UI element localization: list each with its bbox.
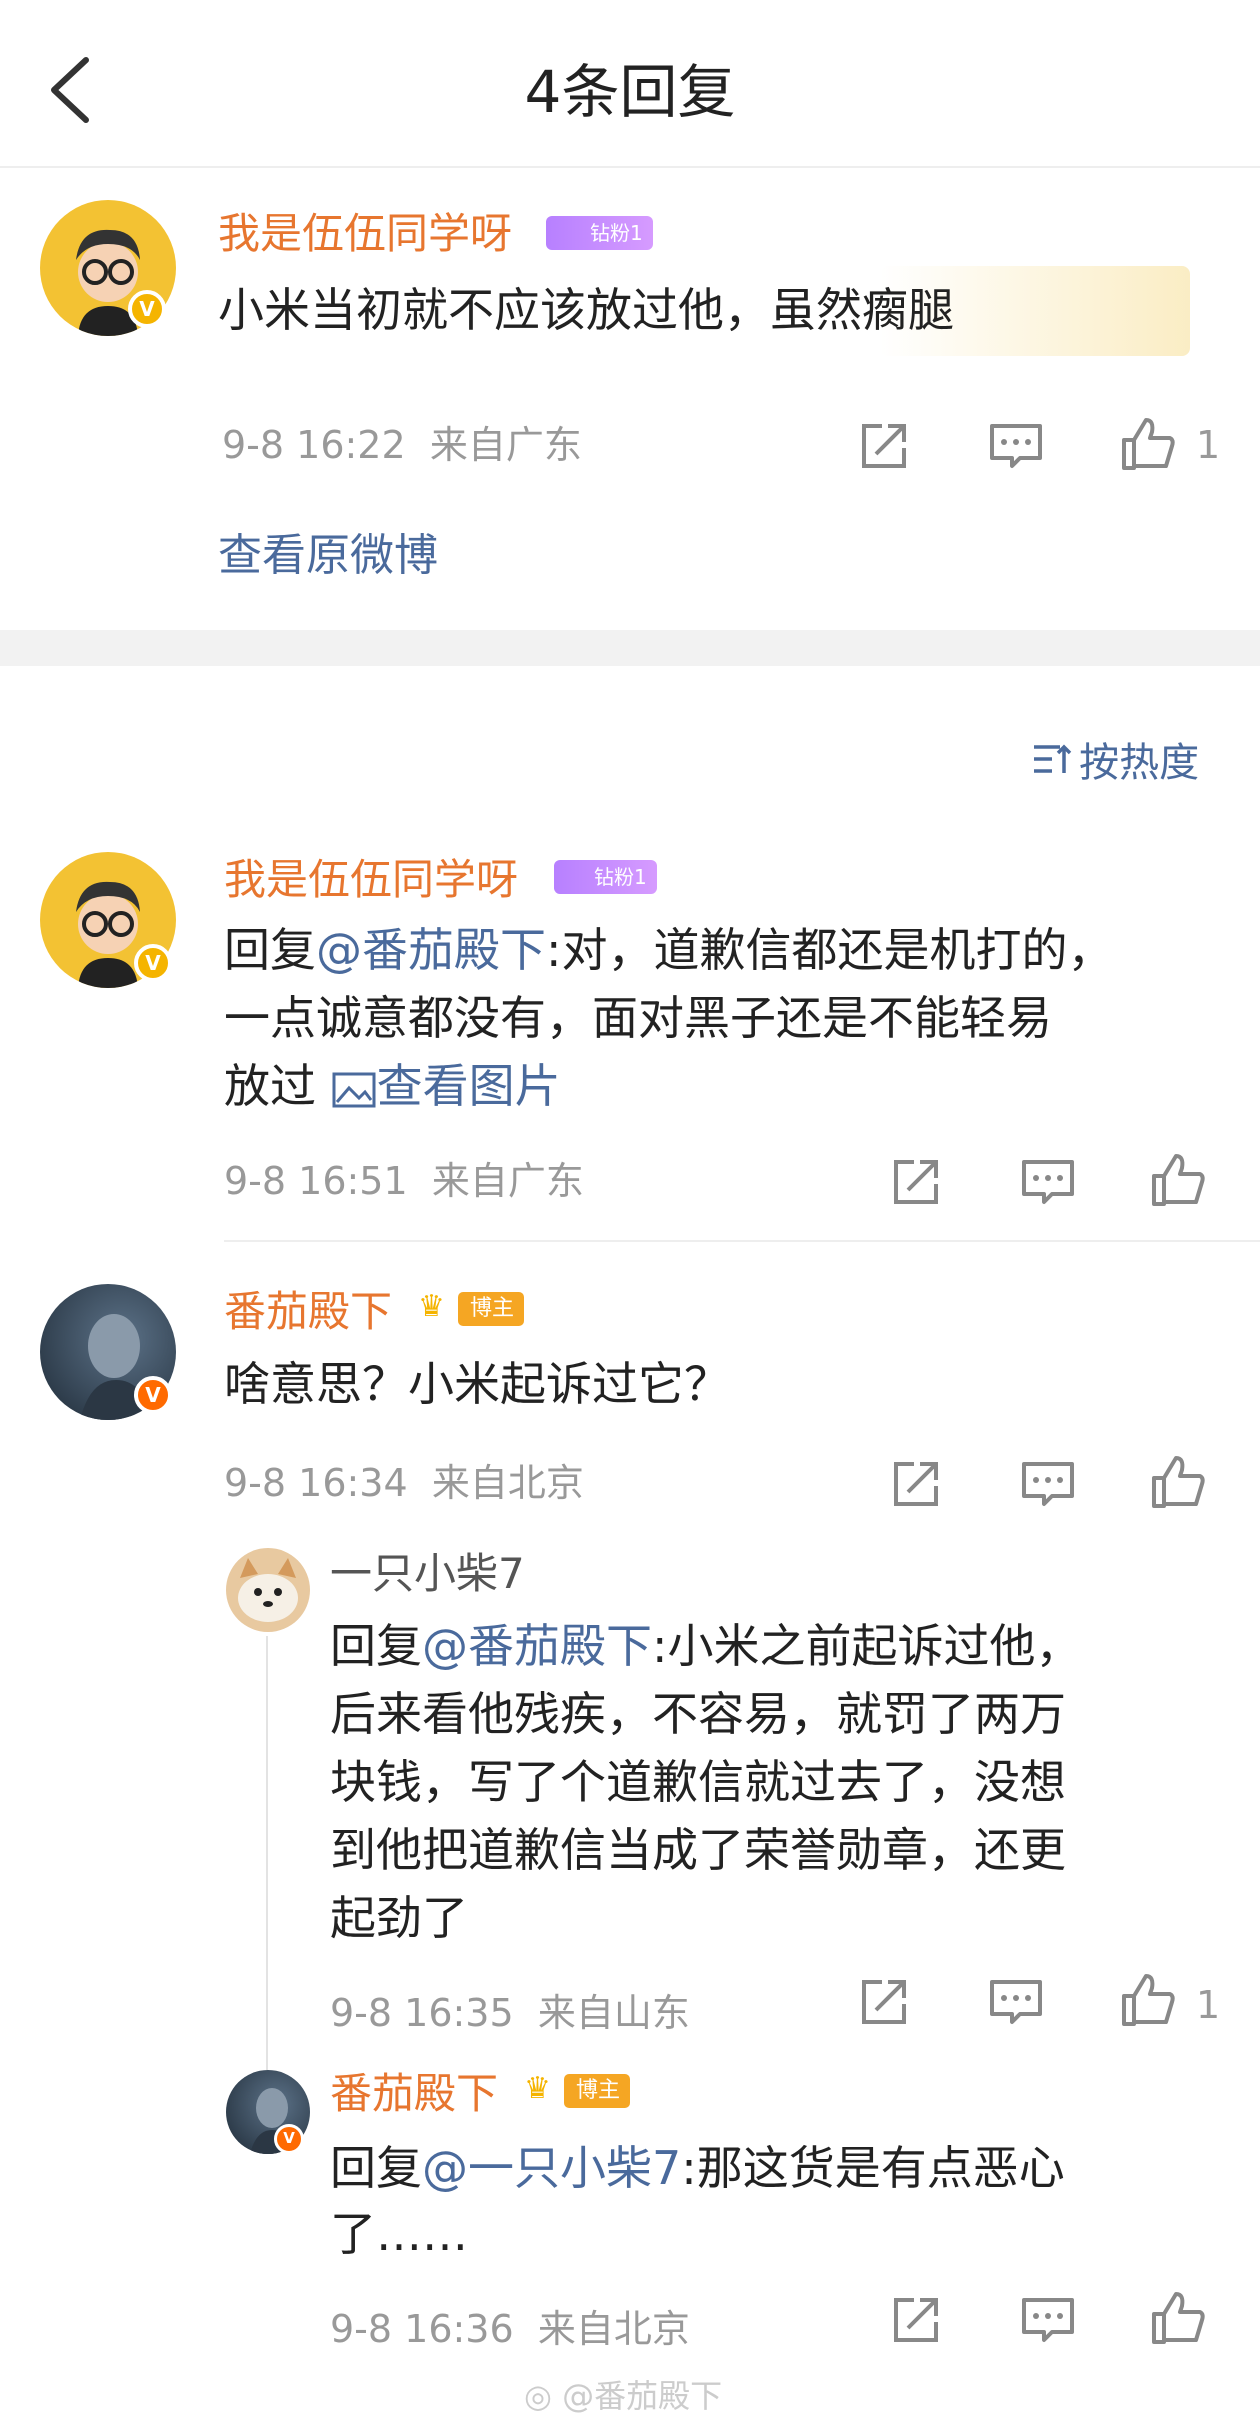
share-icon[interactable] [886, 1454, 946, 1514]
divider [224, 1240, 1260, 1242]
sort-button[interactable]: 按热度 [1030, 730, 1199, 786]
verified-badge-icon: V [134, 944, 172, 982]
reply-text: 块钱，写了个道歉信就过去了，没想 [330, 1755, 1066, 1809]
username[interactable]: 一只小柴7 [330, 1546, 525, 1602]
fan-badge: 钻粉1 [546, 216, 653, 250]
reply-text: 回复@番茄殿下:对，道歉信都还是机打的， [224, 923, 1114, 977]
username[interactable]: 我是伍伍同学呀 [218, 206, 512, 262]
image-icon [332, 1072, 376, 1107]
timestamp: 9-8 16:51 来自广东 [224, 1159, 584, 1203]
view-image-link[interactable]: 查看图片 [331, 1059, 561, 1113]
comment-icon[interactable] [986, 416, 1046, 476]
reply-text: 了…… [330, 2207, 468, 2261]
timestamp: 9-8 16:36 来自北京 [330, 2307, 690, 2351]
reply-text: 回复@一只小柴7:那这货是有点恶心 [330, 2141, 1065, 2195]
weibo-logo-icon: ◎ [524, 2377, 552, 2415]
author-badge: 博主 [564, 2074, 631, 2108]
share-icon[interactable] [854, 416, 914, 476]
comment-text: 小米当初就不应该放过他，虽然瘸腿 [218, 283, 954, 337]
mention-link[interactable]: @一只小柴7 [422, 2141, 681, 2195]
timestamp: 9-8 16:22 来自广东 [222, 423, 582, 467]
location: 来自广东 [429, 423, 582, 467]
crown-icon: ♛ [524, 2071, 551, 2106]
location: 来自广东 [431, 1159, 584, 1203]
username[interactable]: 番茄殿下 [330, 2066, 498, 2122]
username[interactable]: 番茄殿下 [224, 1284, 392, 1340]
reply-text: 啥意思？小米起诉过它？ [224, 1357, 730, 1411]
timestamp: 9-8 16:34 来自北京 [224, 1461, 584, 1505]
avatar[interactable] [226, 1548, 310, 1632]
author-badge-label: 博主 [576, 2078, 621, 2103]
comment-icon[interactable] [1018, 1454, 1078, 1514]
reply-text: 回复@番茄殿下:小米之前起诉过他， [330, 1619, 1082, 1673]
reply-text: 放过 查看图片 [224, 1059, 561, 1113]
sort-icon [1034, 744, 1072, 773]
like-icon[interactable] [1148, 1452, 1208, 1512]
like-count: 1 [1196, 1983, 1221, 2027]
share-icon[interactable] [854, 1972, 914, 2032]
reply-text: 到他把道歉信当成了荣誉勋章，还更 [330, 1823, 1066, 1877]
fan-badge-label: 钻粉1 [590, 221, 643, 245]
mention-link[interactable]: @番茄殿下 [422, 1619, 652, 1673]
fan-badge-label: 钻粉1 [594, 865, 647, 889]
share-icon[interactable] [886, 1152, 946, 1212]
section-separator [0, 630, 1260, 666]
like-icon[interactable] [1148, 2288, 1208, 2348]
thread-line [266, 1636, 268, 2070]
comment-icon[interactable] [986, 1972, 1046, 2032]
reply-text: 后来看他残疾，不容易，就罚了两万 [330, 1687, 1066, 1741]
fan-badge: 钻粉1 [554, 860, 657, 894]
location: 来自北京 [431, 1461, 584, 1505]
verified-badge-icon: V [128, 290, 166, 328]
like-icon[interactable] [1118, 414, 1178, 474]
sort-label: 按热度 [1079, 740, 1200, 786]
reply-text: 一点诚意都没有，面对黑子还是不能轻易 [224, 991, 1052, 1045]
timestamp: 9-8 16:35 来自山东 [330, 1991, 690, 2035]
mention-link[interactable]: @番茄殿下 [316, 923, 546, 977]
share-icon[interactable] [886, 2290, 946, 2350]
verified-badge-icon: V [134, 1376, 172, 1414]
like-icon[interactable] [1148, 1150, 1208, 1210]
comment-icon[interactable] [1018, 1152, 1078, 1212]
author-badge-label: 博主 [470, 1296, 515, 1321]
crown-icon: ♛ [418, 1289, 445, 1324]
username[interactable]: 我是伍伍同学呀 [224, 852, 518, 908]
like-icon[interactable] [1118, 1970, 1178, 2030]
reply-text: 起劲了 [330, 1891, 468, 1945]
like-count: 1 [1196, 423, 1221, 467]
comment-icon[interactable] [1018, 2290, 1078, 2350]
author-badge: 博主 [458, 1292, 525, 1326]
verified-badge-icon: V [274, 2124, 304, 2154]
page-title: 4条回复 [524, 58, 736, 126]
location: 来自北京 [537, 2307, 690, 2351]
location: 来自山东 [537, 1991, 690, 2035]
watermark: ◎ @番茄殿下 [524, 2377, 723, 2415]
view-original-link[interactable]: 查看原微博 [218, 526, 438, 586]
